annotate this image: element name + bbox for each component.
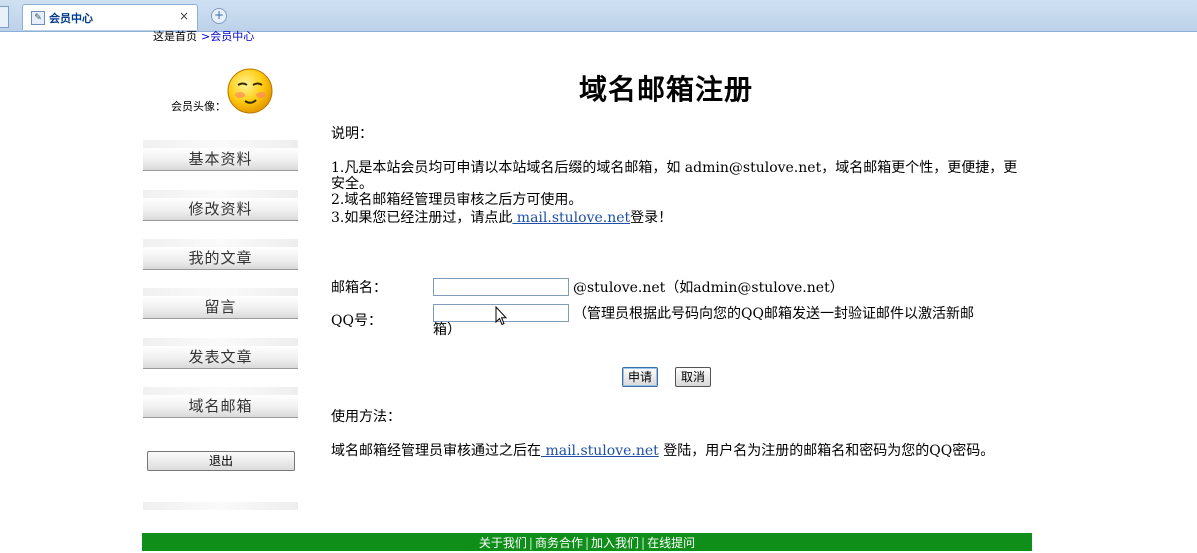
tab-close-icon[interactable]: × xyxy=(179,9,189,23)
site-footer: 关于我们 | 商务合作 | 加入我们 | 在线提问 xyxy=(142,533,1032,551)
mailbox-domain-suffix: @stulove.net（如admin@stulove.net） xyxy=(573,280,844,296)
active-tab[interactable]: ✎ 会员中心 × xyxy=(22,4,198,30)
apply-button[interactable]: 申请 xyxy=(622,367,659,387)
sidebar-item-messages[interactable]: 留言 xyxy=(143,296,298,319)
cancel-button[interactable]: 取消 xyxy=(675,367,712,387)
mouse-pointer-icon xyxy=(495,306,507,326)
footer-link-join[interactable]: 加入我们 xyxy=(591,536,639,550)
new-tab-plus-icon[interactable]: + xyxy=(211,8,227,24)
breadcrumb-current[interactable]: >会员中心 xyxy=(201,30,254,43)
sidebar-divider xyxy=(143,502,298,510)
note-3: 3.如果您已经注册过，请点此 mail.stulove.net登录！ xyxy=(331,210,672,226)
sidebar-divider xyxy=(143,239,298,247)
sidebar-item-post-article[interactable]: 发表文章 xyxy=(143,346,298,369)
qq-hint: （管理员根据此号码向您的QQ邮箱发送一封验证邮件以激活新邮 xyxy=(573,306,974,322)
mail-login-link[interactable]: mail.stulove.net xyxy=(512,210,630,226)
breadcrumb: 这是首页 >会员中心 xyxy=(153,28,254,44)
footer-separator: | xyxy=(528,536,533,550)
usage-text: 域名邮箱经管理员审核通过之后在 mail.stulove.net 登陆，用户名为… xyxy=(331,443,994,459)
sidebar-divider xyxy=(143,387,298,395)
qq-label: QQ号： xyxy=(331,313,382,329)
previous-tab-edge[interactable] xyxy=(0,6,9,28)
sidebar-divider xyxy=(143,140,298,148)
sidebar-item-basic-info[interactable]: 基本资料 xyxy=(143,148,298,171)
mail-usage-link[interactable]: mail.stulove.net xyxy=(541,443,658,459)
sidebar-item-edit-info[interactable]: 修改资料 xyxy=(143,198,298,221)
intro-heading: 说明： xyxy=(331,126,373,142)
usage-suffix: 登陆，用户名为注册的邮箱名和密码为您的QQ密码。 xyxy=(658,443,995,459)
qq-hint-cont: 箱） xyxy=(433,322,461,338)
tab-title: 会员中心 xyxy=(49,12,93,25)
footer-link-about[interactable]: 关于我们 xyxy=(479,536,527,550)
footer-separator: | xyxy=(641,536,646,550)
sidebar-item-domain-mailbox[interactable]: 域名邮箱 xyxy=(143,395,298,418)
usage-prefix: 域名邮箱经管理员审核通过之后在 xyxy=(331,443,541,459)
avatar-smiley-icon xyxy=(227,68,273,114)
note-3-suffix: 登录！ xyxy=(630,210,673,226)
sidebar-divider xyxy=(143,190,298,198)
mailbox-label: 邮箱名： xyxy=(331,280,387,296)
page-favicon-icon: ✎ xyxy=(31,11,45,25)
page-title: 域名邮箱注册 xyxy=(579,73,754,106)
note-1-cont: 安全。 xyxy=(331,176,373,192)
note-2: 2.域名邮箱经管理员审核之后方可使用。 xyxy=(331,192,583,208)
footer-separator: | xyxy=(584,536,590,550)
note-1: 1.凡是本站会员均可申请以本站域名后缀的域名邮箱，如 admin@stulove… xyxy=(331,160,1018,176)
sidebar-divider xyxy=(143,338,298,346)
member-sidebar: 会员头像： 基本资料 修改资料 我的文章 留言 发表文章 域名邮箱 退出 xyxy=(143,60,298,530)
sidebar-divider xyxy=(143,288,298,296)
footer-link-business[interactable]: 商务合作 xyxy=(535,536,583,550)
footer-link-ask[interactable]: 在线提问 xyxy=(647,536,695,550)
sidebar-item-my-articles[interactable]: 我的文章 xyxy=(143,247,298,270)
logout-button[interactable]: 退出 xyxy=(147,451,295,471)
breadcrumb-home: 这是首页 xyxy=(153,30,197,43)
mailbox-name-input[interactable] xyxy=(433,278,569,296)
avatar-label: 会员头像： xyxy=(171,100,226,113)
note-3-prefix: 3.如果您已经注册过，请点此 xyxy=(331,210,513,226)
usage-heading: 使用方法： xyxy=(331,409,401,425)
